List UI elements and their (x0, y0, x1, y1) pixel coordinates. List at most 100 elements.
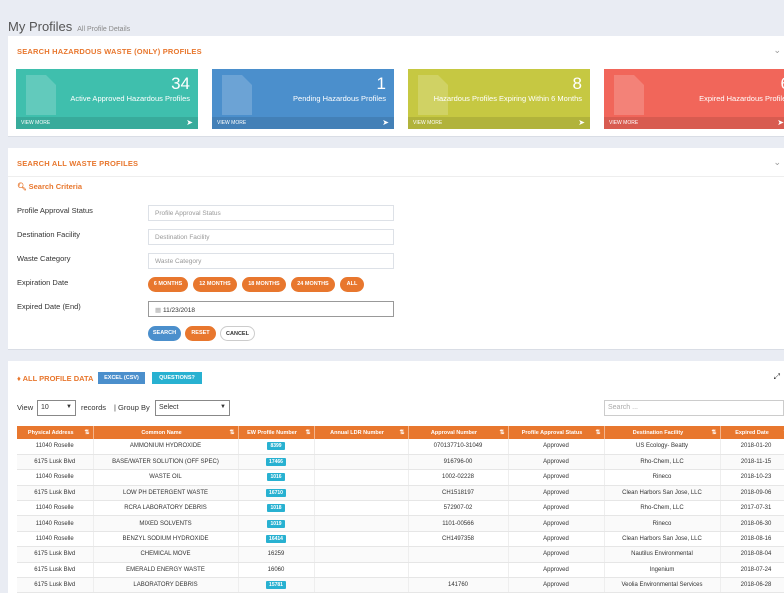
cell-text: Approved (543, 474, 569, 481)
cell-expired-date: 2018-06-30 (720, 515, 784, 532)
divider (8, 176, 784, 177)
waste-category-field[interactable]: Waste Category (148, 253, 394, 269)
table-row[interactable]: 6175 Lusk Blvd LOW PH DETERGENT WASTE 1671… (17, 485, 784, 502)
tile-pending[interactable]: 1 Pending Hazardous Profiles VIEW MORE ➤ (212, 69, 394, 129)
table-row[interactable]: 6175 Lusk Blvd BASE/WATER SOLUTION (OFF S… (17, 454, 784, 471)
arrow-circle-icon: ➤ (382, 118, 389, 127)
cell-text: Clean Harbors San Jose, LLC (622, 489, 702, 496)
cell-physical-address: 6175 Lusk Blvd (17, 577, 94, 593)
profile-number-badge[interactable]: 16414 (266, 535, 286, 544)
excel-csv-button[interactable]: EXCEL (CSV) (98, 372, 145, 384)
page-size-select[interactable]: 10 ▼ (37, 400, 76, 416)
cell-text: Approved (543, 551, 569, 558)
table-row[interactable]: 11040 Roselle AMMONIUM HYDROXIDE 8399 07013… (17, 439, 784, 455)
expiration-12-months-button[interactable]: 12 MONTHS (193, 277, 237, 292)
cell-profile-approval-status: Approved (508, 439, 605, 455)
column-header-label: Common Name (141, 429, 182, 436)
cell-annual-ldr-number (314, 515, 409, 532)
cell-physical-address: 11040 Roselle (17, 515, 94, 532)
column-header-ew-profile-number[interactable]: EW Profile Number ⇅ (238, 426, 315, 439)
page-subtitle: All Profile Details (77, 26, 131, 33)
table-row[interactable]: 11040 Roselle BENZYL SODIUM HYDROXIDE 1641… (17, 531, 784, 548)
page-size-value: 10 (41, 404, 49, 411)
cell-ew-profile-number: 16710 (238, 485, 315, 502)
profile-number-badge[interactable]: 1018 (267, 504, 285, 513)
fullscreen-icon[interactable]: ⤢ (774, 372, 780, 382)
tile-active-approved[interactable]: 34 Active Approved Hazardous Profiles VI… (16, 69, 198, 129)
cell-text: 11040 Roselle (35, 520, 74, 527)
column-header-label: Annual LDR Number (330, 429, 384, 436)
cell-expired-date: 2018-01-20 (720, 439, 784, 455)
expired-date-end-label: Expired Date (End) (17, 302, 81, 311)
profile-number-badge[interactable]: 8399 (267, 442, 285, 451)
table-row[interactable]: 6175 Lusk Blvd EMERALD ENERGY WASTE 16060 A… (17, 562, 784, 579)
collapse-chevron-icon[interactable]: ⌄ (773, 157, 781, 168)
expiration-6-months-button[interactable]: 6 MONTHS (148, 277, 188, 292)
cell-text: 2018-08-16 (740, 536, 772, 543)
cell-approval-number: CH1497358 (408, 531, 509, 548)
profile-number-badge[interactable]: 15781 (266, 581, 286, 590)
column-header-common-name[interactable]: Common Name ⇅ (93, 426, 239, 439)
profile-number-badge[interactable]: 1016 (267, 473, 285, 482)
cancel-button[interactable]: CANCEL (220, 326, 255, 341)
expiration-18-months-button[interactable]: 18 MONTHS (242, 277, 286, 292)
expiration-24-months-button[interactable]: 24 MONTHS (291, 277, 335, 292)
cell-text: 16259 (267, 551, 285, 558)
table-row[interactable]: 11040 Roselle MIXED SOLVENTS 1019 1101-0056… (17, 515, 784, 532)
cell-text: CHEMICAL MOVE (140, 551, 191, 558)
cell-text: 11040 Roselle (35, 505, 74, 512)
reset-button[interactable]: RESET (185, 326, 216, 341)
profile-number-badge[interactable]: 16710 (266, 488, 286, 497)
expired-date-end-field[interactable]: ▦ 11/23/2018 (148, 301, 394, 317)
cell-common-name: BENZYL SODIUM HYDROXIDE (93, 531, 239, 548)
cell-common-name: EMERALD ENERGY WASTE (93, 562, 239, 579)
arrow-circle-icon: ➤ (186, 118, 193, 127)
cell-text: 2018-01-20 (740, 443, 772, 450)
cell-approval-number: 070137710-31049 (408, 439, 509, 455)
cell-text: Approved (543, 566, 569, 573)
table-header-row: Physical Address ⇅ Common Name ⇅ EW Profile … (17, 426, 784, 439)
column-header-label: Approval Number (430, 429, 478, 436)
cell-text: 6175 Lusk Blvd (34, 582, 76, 589)
view-more-link[interactable]: VIEW MORE ➤ (16, 117, 198, 129)
cell-ew-profile-number: 17466 (238, 454, 315, 471)
approval-status-field[interactable]: Profile Approval Status (148, 205, 394, 221)
cell-text: 11040 Roselle (35, 443, 74, 450)
table-row[interactable]: 6175 Lusk Blvd LABORATORY DEBRIS 15781 1417… (17, 577, 784, 593)
waste-category-label: Waste Category (17, 254, 71, 263)
profile-number-badge[interactable]: 17466 (266, 458, 286, 467)
tile-count: 8 (572, 74, 582, 93)
table-row[interactable]: 11040 Roselle RCRA LABORATORY DEBRIS 1018 5… (17, 500, 784, 517)
column-header-profile-approval-status[interactable]: Profile Approval Status ⇅ (508, 426, 605, 439)
column-header-approval-number[interactable]: Approval Number ⇅ (408, 426, 509, 439)
tile-expired[interactable]: 6 Expired Hazardous Profiles VIEW MORE ➤ (604, 69, 784, 129)
view-label: View (17, 403, 34, 412)
collapse-chevron-icon[interactable]: ⌄ (773, 45, 781, 56)
questions-button[interactable]: QUESTIONS? (152, 372, 202, 384)
column-header-expired-date[interactable]: Expired Date⇅ (720, 426, 784, 439)
table-body: 11040 Roselle AMMONIUM HYDROXIDE 8399 07013… (17, 439, 784, 593)
view-more-link[interactable]: VIEW MORE ➤ (212, 117, 394, 129)
column-header-physical-address[interactable]: Physical Address ⇅ (17, 426, 94, 439)
cell-text: US Ecology- Beatty (635, 443, 689, 450)
column-header-annual-ldr-number[interactable]: Annual LDR Number ⇅ (314, 426, 409, 439)
cell-profile-approval-status: Approved (508, 500, 605, 517)
table-row[interactable]: 6175 Lusk Blvd CHEMICAL MOVE 16259 Approved… (17, 546, 784, 563)
expired-date-value: 11/23/2018 (162, 307, 196, 314)
tile-expiring[interactable]: 8 Hazardous Profiles Expiring Within 6 M… (408, 69, 590, 129)
cell-text: 11040 Roselle (35, 536, 74, 543)
profile-number-badge[interactable]: 1019 (267, 519, 285, 528)
view-more-link[interactable]: VIEW MORE ➤ (408, 117, 590, 129)
column-header-destination-facility[interactable]: Destination Facility ⇅ (604, 426, 721, 439)
cell-common-name: RCRA LABORATORY DEBRIS (93, 500, 239, 517)
expiration-all-button[interactable]: ALL (340, 277, 364, 292)
view-more-link[interactable]: VIEW MORE ➤ (604, 117, 784, 129)
search-button[interactable]: SEARCH (148, 326, 181, 341)
cell-text: Rineco (652, 474, 672, 481)
cell-text: Veolia Environmental Services (621, 582, 703, 589)
group-by-select[interactable]: Select ▼ (155, 400, 230, 416)
cell-text: 2018-11-15 (740, 459, 772, 466)
destination-field[interactable]: Destination Facility (148, 229, 394, 245)
table-search-input[interactable]: Search ... (604, 400, 784, 416)
table-row[interactable]: 11040 Roselle WASTE OIL 1016 1002-02228 Appr… (17, 469, 784, 486)
